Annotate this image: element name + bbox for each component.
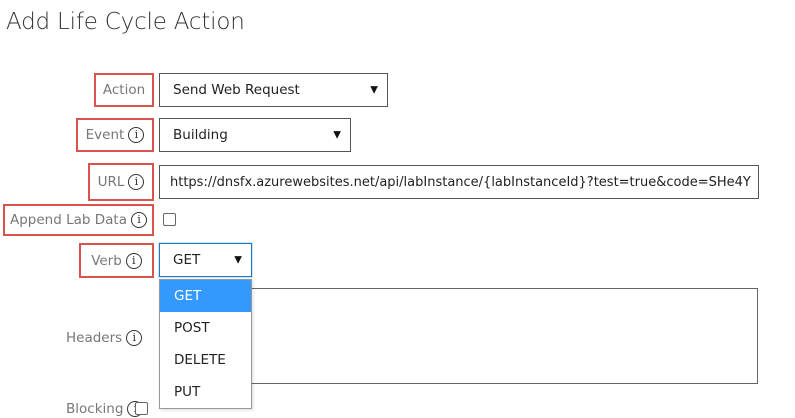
verb-option-put[interactable]: PUT: [160, 376, 251, 408]
caret-down-icon: ▼: [234, 254, 242, 266]
append-lab-data-checkbox[interactable]: [163, 213, 176, 226]
info-icon[interactable]: i: [128, 127, 145, 143]
page-title: Add Life Cycle Action: [6, 9, 245, 35]
verb-label-box: Verb i: [79, 243, 154, 278]
event-select[interactable]: Building ▼: [159, 118, 351, 152]
action-select[interactable]: Send Web Request ▼: [159, 73, 388, 107]
verb-select[interactable]: GET ▼: [159, 243, 252, 277]
info-icon[interactable]: i: [126, 330, 143, 346]
event-select-value: Building: [173, 127, 228, 143]
blocking-label: Blocking: [66, 401, 124, 417]
url-label: URL: [97, 174, 125, 190]
event-label: Event: [85, 127, 125, 143]
verb-option-delete[interactable]: DELETE: [160, 344, 251, 376]
event-label-box: Event i: [76, 118, 154, 152]
verb-select-value: GET: [173, 252, 201, 268]
action-label-box: Action: [94, 73, 154, 107]
info-icon[interactable]: i: [131, 212, 147, 228]
info-icon[interactable]: i: [125, 252, 142, 269]
blocking-label-group: Blocking i: [66, 400, 144, 418]
append-lab-data-label-box: Append Lab Data i: [3, 204, 154, 236]
action-select-value: Send Web Request: [173, 82, 300, 98]
verb-option-post[interactable]: POST: [160, 312, 251, 344]
url-input-value: https://dnsfx.azurewebsites.net/api/labI…: [170, 174, 751, 190]
headers-label: Headers: [66, 330, 123, 346]
action-label: Action: [102, 82, 146, 98]
verb-label: Verb: [91, 252, 122, 269]
caret-down-icon: ▼: [333, 129, 341, 141]
verb-option-get[interactable]: GET: [160, 280, 251, 312]
append-lab-data-label: Append Lab Data: [10, 212, 127, 228]
headers-label-group: Headers i: [66, 329, 143, 347]
url-label-box: URL i: [88, 163, 154, 201]
caret-down-icon: ▼: [370, 84, 378, 96]
url-input[interactable]: https://dnsfx.azurewebsites.net/api/labI…: [159, 165, 759, 199]
info-icon[interactable]: i: [128, 174, 145, 190]
verb-dropdown-list: GET POST DELETE PUT: [159, 279, 252, 409]
